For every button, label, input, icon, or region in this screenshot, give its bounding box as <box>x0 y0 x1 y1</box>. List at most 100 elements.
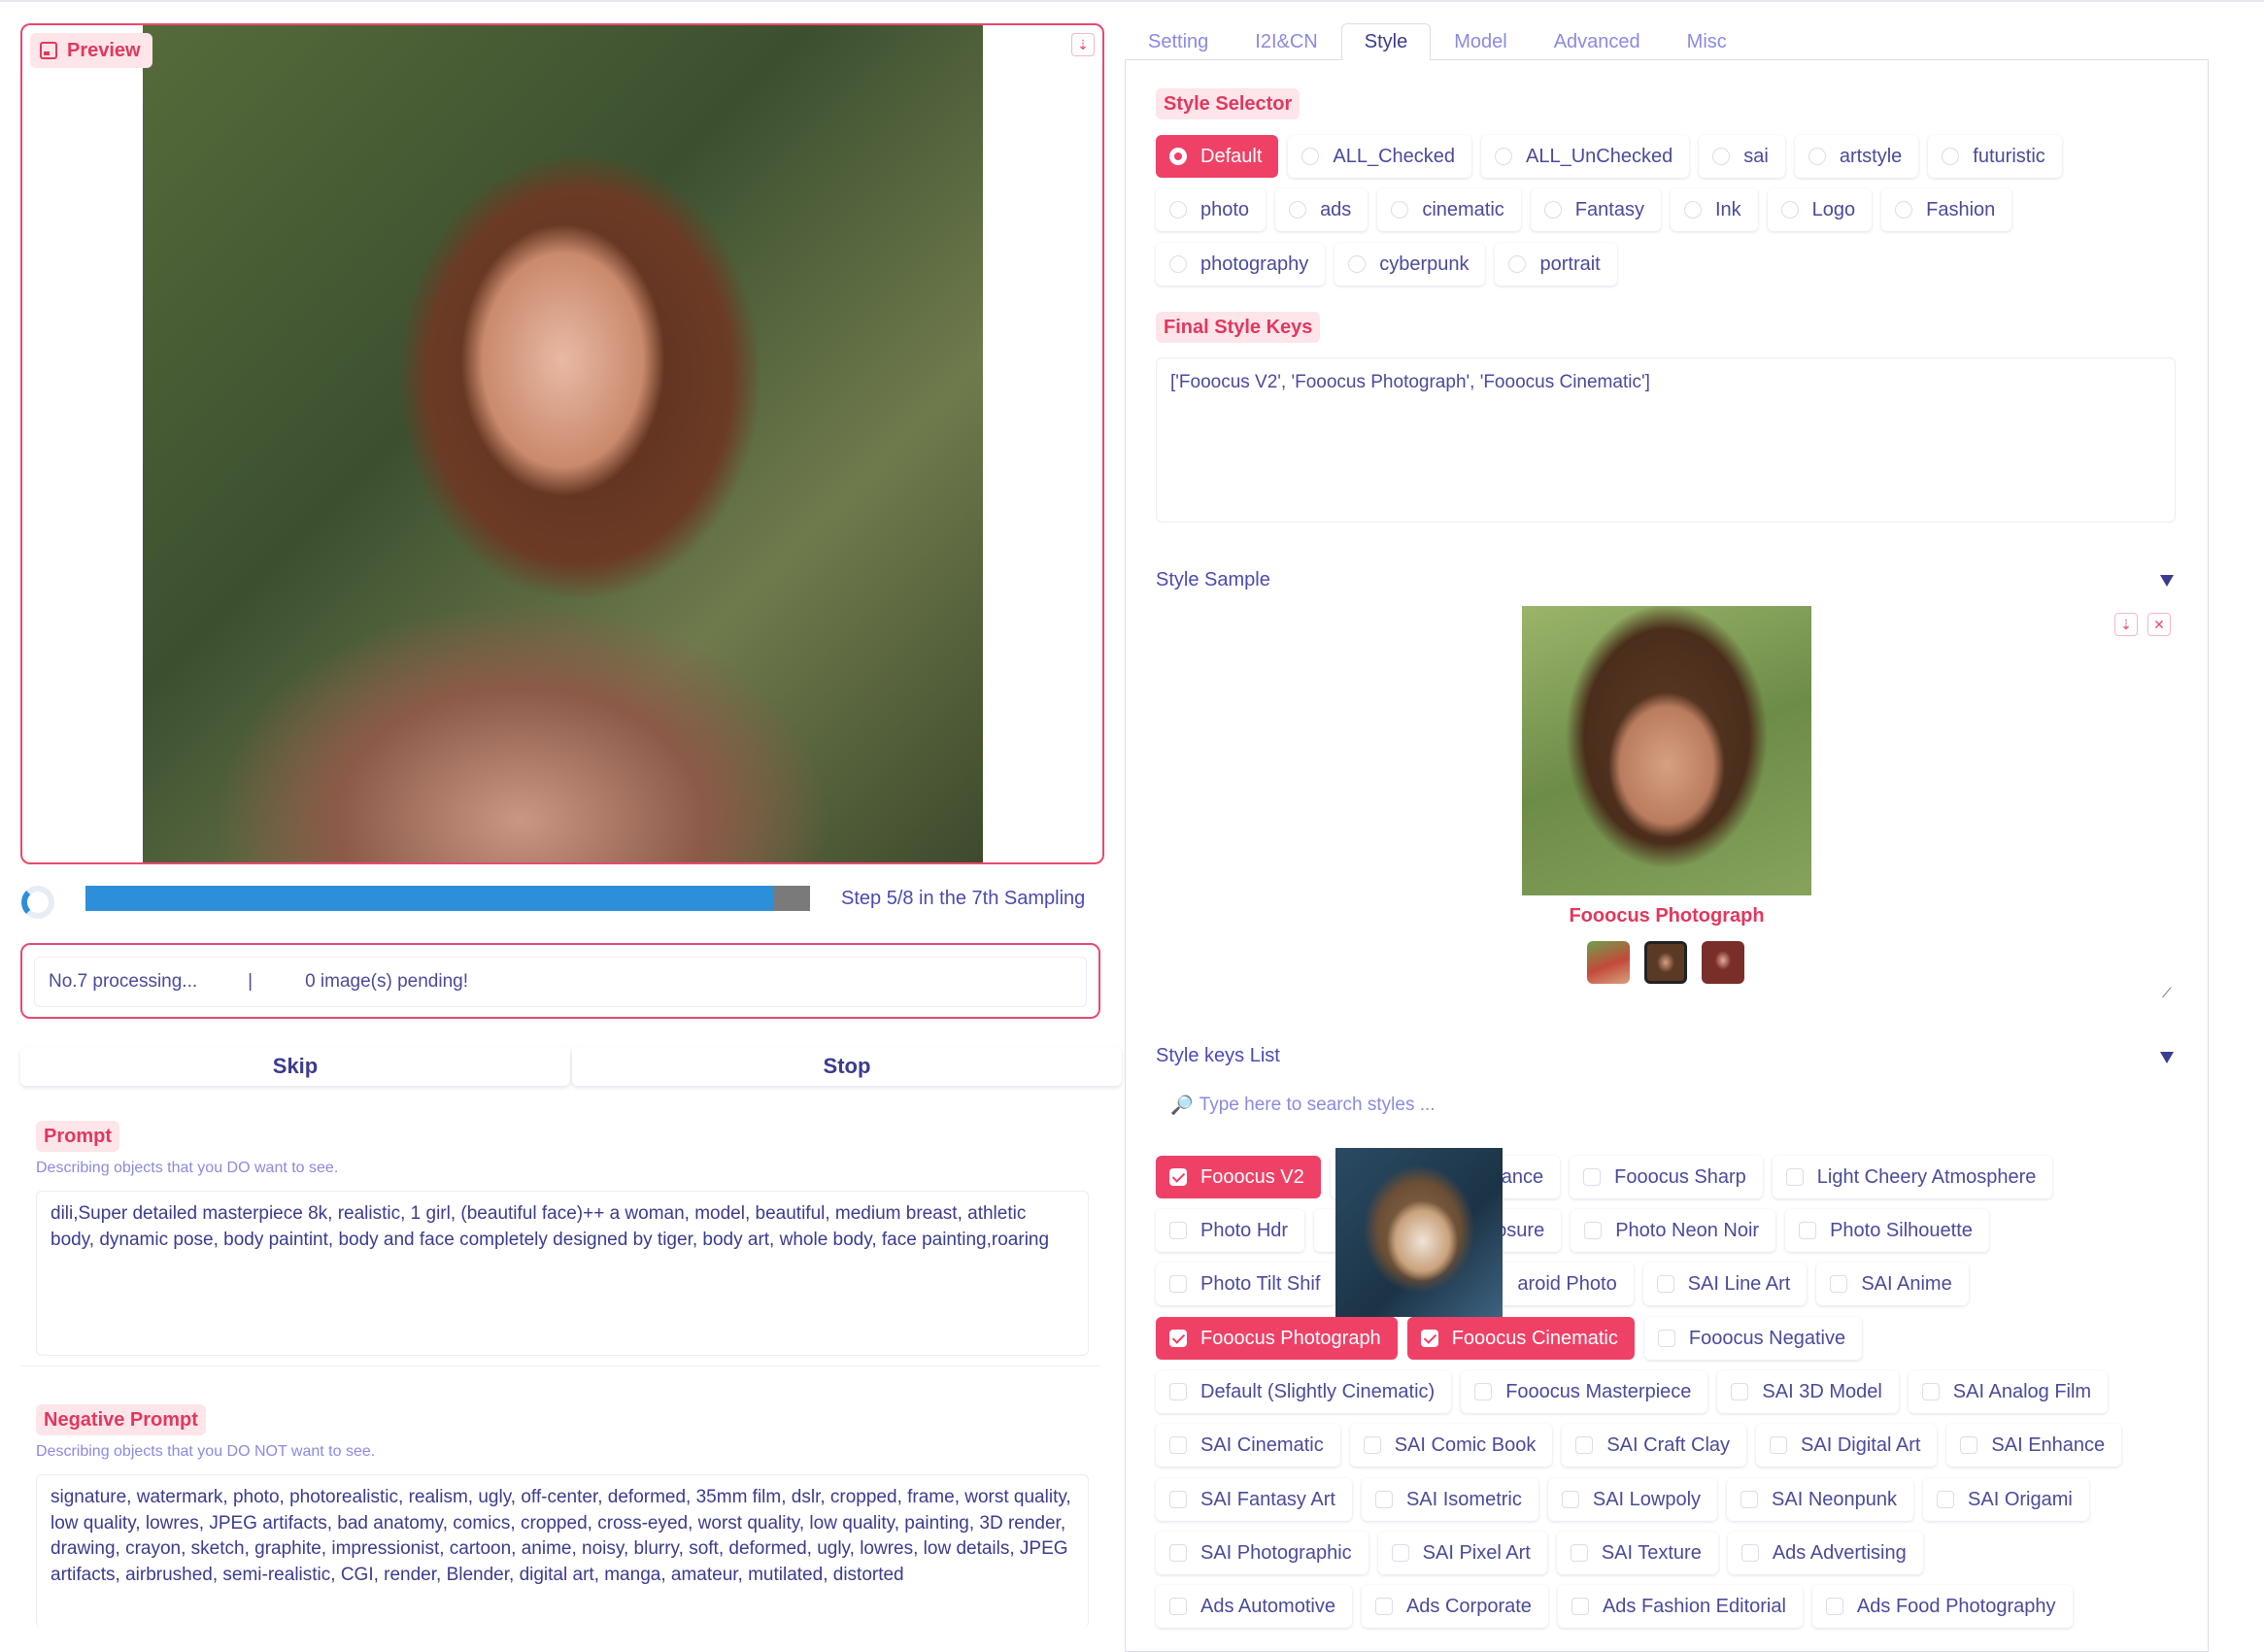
style-checkbox-option[interactable]: Photo Neon Noir <box>1571 1209 1776 1252</box>
collapse-caret-icon[interactable] <box>2160 1052 2174 1063</box>
style-checkbox-label: SAI Digital Art <box>1801 1433 1921 1456</box>
prompt-hint: Describing objects that you DO want to s… <box>36 1160 339 1176</box>
style-checkbox-option[interactable]: SAI Lowpoly <box>1547 1478 1718 1521</box>
style-checkbox-option[interactable]: SAI Enhance <box>1946 1424 2122 1467</box>
checkbox-icon <box>1785 1168 1804 1186</box>
download-sample-icon[interactable]: ⇣ <box>2114 613 2138 636</box>
style-sample-title[interactable]: Style Sample <box>1156 569 1270 591</box>
style-radio-option[interactable]: Fashion <box>1881 188 2012 231</box>
style-checkbox-option[interactable]: Light Cheery Atmosphere <box>1772 1156 2053 1198</box>
style-checkbox-option[interactable]: SAI Digital Art <box>1756 1424 1938 1467</box>
style-radio-label: futuristic <box>1973 145 2045 167</box>
style-checkbox-option[interactable]: Fooocus Cinematic <box>1406 1317 1635 1360</box>
style-checkbox-label: Fooocus Photograph <box>1200 1327 1381 1349</box>
style-radio-option[interactable]: ALL_Checked <box>1288 135 1472 178</box>
style-radio-option[interactable]: photography <box>1156 243 1326 286</box>
style-checkbox-label: Fooocus Cinematic <box>1451 1327 1618 1349</box>
style-checkbox-label: Fooocus Masterpiece <box>1505 1380 1692 1402</box>
style-checkbox-option[interactable]: Fooocus Masterpiece <box>1461 1370 1708 1413</box>
checkbox-icon <box>1960 1436 1978 1454</box>
style-checkbox-label: SAI Photographic <box>1200 1541 1352 1564</box>
style-radio-option[interactable]: sai <box>1699 135 1785 178</box>
tab-style[interactable]: Style <box>1340 23 1432 60</box>
style-checkbox-option[interactable]: Photo Silhouette <box>1785 1209 1989 1252</box>
sample-thumbnail[interactable] <box>1702 941 1744 984</box>
prompt-textarea[interactable]: dili,Super detailed masterpiece 8k, real… <box>36 1191 1089 1356</box>
style-checkbox-option[interactable]: Fooocus V2 <box>1156 1156 1321 1198</box>
style-radio-option[interactable]: portrait <box>1495 243 1617 286</box>
style-checkbox-option[interactable]: SAI Isometric <box>1361 1478 1538 1521</box>
style-radio-option[interactable]: Fantasy <box>1530 188 1661 231</box>
close-sample-icon[interactable]: ✕ <box>2147 613 2171 636</box>
tab-advanced[interactable]: Advanced <box>1531 23 1664 60</box>
checkbox-icon <box>1374 1491 1393 1508</box>
style-checkbox-option[interactable]: Ads Automotive <box>1156 1585 1352 1628</box>
style-checkbox-option[interactable]: SAI Comic Book <box>1349 1424 1553 1467</box>
skip-button[interactable]: Skip <box>20 1047 570 1086</box>
style-radio-option[interactable]: Default <box>1156 135 1279 178</box>
stop-button[interactable]: Stop <box>572 1047 1122 1086</box>
tab-setting[interactable]: Setting <box>1125 23 1232 60</box>
style-radio-option[interactable]: Logo <box>1767 188 1873 231</box>
style-radio-option[interactable]: photo <box>1156 188 1267 231</box>
sample-thumbnail-selected[interactable] <box>1644 941 1687 984</box>
checkbox-icon <box>1169 1222 1187 1239</box>
style-checkbox-option[interactable]: Fooocus Negative <box>1643 1317 1863 1360</box>
style-checkbox-option[interactable]: Ads Food Photography <box>1811 1585 2073 1628</box>
style-checkbox-option[interactable]: SAI Cinematic <box>1156 1424 1340 1467</box>
style-checkbox-option[interactable]: SAI Pixel Art <box>1377 1532 1547 1574</box>
style-checkbox-option[interactable]: SAI Origami <box>1923 1478 2089 1521</box>
style-checkbox-option[interactable]: Fooocus Sharp <box>1570 1156 1763 1198</box>
style-checkbox-option[interactable]: SAI Fantasy Art <box>1156 1478 1352 1521</box>
style-radio-option[interactable]: artstyle <box>1794 135 1919 178</box>
style-checkbox-option[interactable]: SAI Photographic <box>1156 1532 1369 1574</box>
style-checkbox-label: Photo Hdr <box>1200 1219 1289 1241</box>
negative-prompt-textarea[interactable]: signature, watermark, photo, photorealis… <box>36 1474 1089 1628</box>
collapse-caret-icon[interactable] <box>2160 575 2174 587</box>
checkbox-icon <box>1169 1275 1187 1293</box>
radio-icon <box>1895 201 1913 219</box>
style-radio-option[interactable]: cinematic <box>1377 188 1521 231</box>
checkbox-icon <box>1740 1491 1759 1508</box>
style-radio-option[interactable]: ads <box>1275 188 1369 231</box>
style-radio-option[interactable]: futuristic <box>1928 135 2062 178</box>
style-checkbox-option[interactable]: Fooocus Photograph <box>1156 1317 1398 1360</box>
style-checkbox-option[interactable]: Ads Corporate <box>1361 1585 1548 1628</box>
hover-preview-image <box>1335 1148 1503 1317</box>
style-radio-label: Fantasy <box>1574 198 1644 220</box>
style-radio-option[interactable]: cyberpunk <box>1335 243 1486 286</box>
style-radio-label: ALL_UnChecked <box>1526 145 1673 167</box>
preview-label-text: Preview <box>67 39 141 61</box>
style-checkbox-option[interactable]: Ads Advertising <box>1727 1532 1923 1574</box>
resize-handle-icon[interactable]: ⟋ <box>2162 986 2176 999</box>
tab-model[interactable]: Model <box>1431 23 1530 60</box>
style-search[interactable]: 🔎 Type here to search styles ... <box>1170 1094 1436 1117</box>
style-radio-option[interactable]: ALL_UnChecked <box>1481 135 1690 178</box>
prompt-label: Prompt <box>36 1121 119 1152</box>
search-input[interactable]: Type here to search styles ... <box>1200 1095 1436 1116</box>
style-checkbox-option[interactable]: SAI Analog Film <box>1908 1370 2109 1413</box>
style-checkbox-option[interactable]: Default (Slightly Cinematic) <box>1156 1370 1452 1413</box>
sample-thumbnail[interactable] <box>1587 941 1630 984</box>
style-keys-list-title[interactable]: Style keys List <box>1156 1045 1280 1067</box>
style-radio-option[interactable]: Ink <box>1670 188 1758 231</box>
checkbox-icon <box>1575 1436 1594 1454</box>
style-checkbox-option[interactable]: SAI Anime <box>1816 1263 1969 1305</box>
style-radio-label: portrait <box>1539 253 1601 275</box>
style-checkbox-option[interactable]: SAI Line Art <box>1642 1263 1808 1305</box>
style-checkbox-label: ance <box>1501 1165 1544 1188</box>
tab-i2i-cn[interactable]: I2I&CN <box>1232 23 1340 60</box>
style-checkbox-option[interactable]: SAI Craft Clay <box>1562 1424 1747 1467</box>
style-checkbox-option[interactable]: Ads Fashion Editorial <box>1557 1585 1803 1628</box>
tab-misc[interactable]: Misc <box>1664 23 1750 60</box>
style-checkbox-option[interactable]: SAI Neonpunk <box>1727 1478 1914 1521</box>
style-checkbox-option[interactable]: SAI Texture <box>1556 1532 1718 1574</box>
download-icon[interactable]: ⇣ <box>1071 33 1095 56</box>
style-radio-label: artstyle <box>1839 145 1903 167</box>
style-radio-label: Fashion <box>1926 198 1996 220</box>
checkbox-icon <box>1937 1491 1955 1508</box>
style-checkbox-option[interactable]: SAI 3D Model <box>1717 1370 1899 1413</box>
style-checkbox-option[interactable]: Photo Hdr <box>1156 1209 1305 1252</box>
style-checkbox-option[interactable]: Photo Tilt Shif <box>1156 1263 1337 1305</box>
style-radio-label: photography <box>1200 253 1309 275</box>
